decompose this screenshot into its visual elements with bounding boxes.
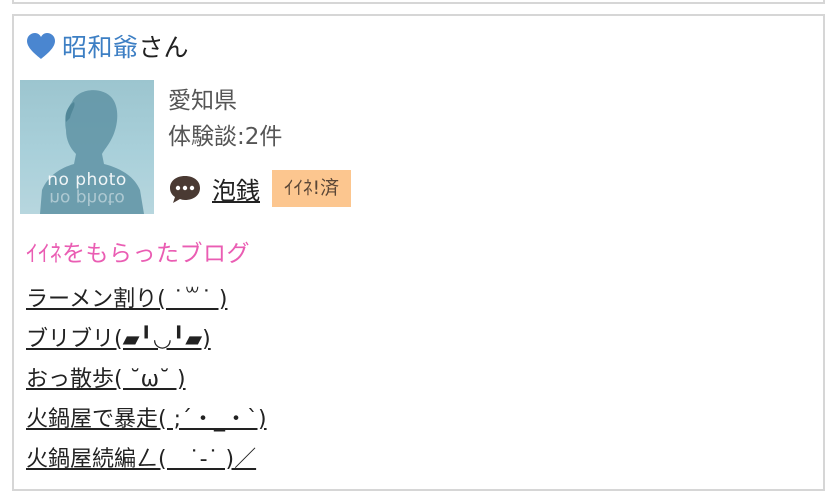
blog-link[interactable]: 火鍋屋で暴走( ;´・_・`) bbox=[26, 407, 267, 432]
profile-info: 愛知県 体験談:2件 泡銭 ｲｲﾈ!済 bbox=[168, 84, 352, 207]
list-item: ラーメン割り( ˙꒳˙ ) bbox=[26, 280, 267, 320]
review-count: 体験談:2件 bbox=[168, 124, 283, 150]
heart-icon bbox=[27, 33, 55, 59]
user-header: 昭和爺 さん bbox=[26, 28, 189, 64]
avatar[interactable]: no photo no photo bbox=[20, 80, 154, 214]
like-status-badge: ｲｲﾈ!済 bbox=[272, 170, 352, 207]
blog-link[interactable]: ラーメン割り( ˙꒳˙ ) bbox=[26, 287, 227, 312]
speech-bubble-icon bbox=[170, 175, 200, 203]
blog-link[interactable]: おっ散歩( ˘ω˘ ) bbox=[26, 367, 186, 392]
blog-link[interactable]: ブリブリ(▰╹◡╹▰) bbox=[26, 327, 211, 352]
user-name-link[interactable]: 昭和爺 bbox=[62, 28, 139, 64]
region-text: 愛知県 bbox=[168, 88, 237, 114]
list-item: ブリブリ(▰╹◡╹▰) bbox=[26, 320, 267, 360]
tag-link[interactable]: 泡銭 bbox=[212, 171, 260, 206]
user-card: 昭和爺 さん no photo no photo 愛知県 体験談:2件 泡銭 ｲ… bbox=[12, 14, 825, 491]
tag-row: 泡銭 ｲｲﾈ!済 bbox=[168, 170, 352, 207]
liked-blogs-list: ラーメン割り( ˙꒳˙ ) ブリブリ(▰╹◡╹▰) おっ散歩( ˘ω˘ ) 火鍋… bbox=[26, 280, 267, 480]
list-item: 火鍋屋続編ㄥ( ˙-˙ )／ bbox=[26, 440, 267, 480]
avatar-no-photo-label: no photo bbox=[47, 170, 127, 190]
blog-link[interactable]: 火鍋屋続編ㄥ( ˙-˙ )／ bbox=[26, 447, 256, 472]
liked-blogs-heading: ｲｲﾈをもらったブログ bbox=[26, 241, 250, 267]
list-item: おっ散歩( ˘ω˘ ) bbox=[26, 360, 267, 400]
avatar-label-reflection: no photo bbox=[49, 188, 125, 208]
honorific: さん bbox=[138, 33, 189, 62]
previous-card-edge bbox=[12, 0, 825, 4]
list-item: 火鍋屋で暴走( ;´・_・`) bbox=[26, 400, 267, 440]
